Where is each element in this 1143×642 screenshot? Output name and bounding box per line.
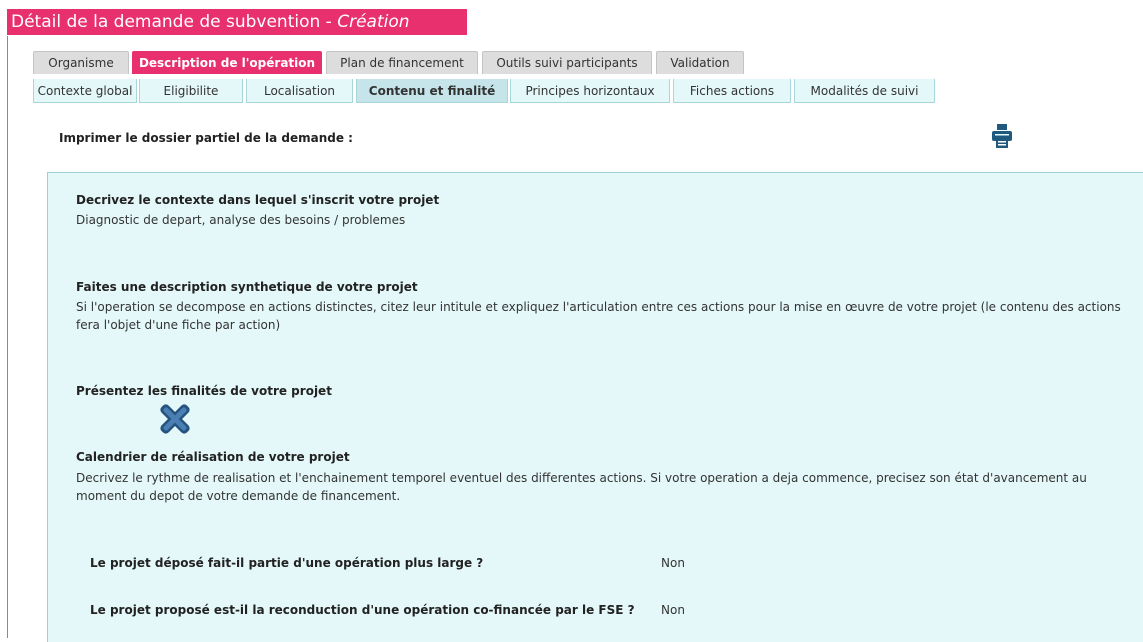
question-reconduction-fse-value: Non [661,603,685,617]
tab-organisme[interactable]: Organisme [33,51,129,74]
section-calendrier-title: Calendrier de réalisation de votre proje… [76,450,350,464]
section-contexte-title: Decrivez le contexte dans lequel s'inscr… [76,193,440,207]
section-contexte-description: Diagnostic de depart, analyse des besoin… [76,213,406,227]
subtab-contexte-global[interactable]: Contexte global [33,79,137,103]
subtab-localisation[interactable]: Localisation [246,79,353,103]
title-separator: - [320,12,338,32]
page-mode: Création [337,12,410,32]
section-description-text: Si l'operation se decompose en actions d… [76,300,1121,332]
tab-validation[interactable]: Validation [656,51,744,74]
subtab-modalites-suivi[interactable]: Modalités de suivi [794,79,935,103]
subtab-fiches-actions[interactable]: Fiches actions [673,79,791,103]
question-reconduction-fse-label: Le projet proposé est-il la reconduction… [90,603,635,617]
question-operation-plus-large-label: Le projet déposé fait-il partie d'une op… [90,556,484,570]
tab-outils-suivi-participants[interactable]: Outils suivi participants [482,51,652,74]
section-description-title: Faites une description synthetique de vo… [76,280,418,294]
print-dossier-label: Imprimer le dossier partiel de la demand… [59,131,353,145]
page-title-bar: Détail de la demande de subvention - Cré… [7,9,467,35]
close-x-icon[interactable] [155,399,195,439]
section-calendrier-description: Decrivez le rythme de realisation et l'e… [76,471,1087,503]
subtab-eligibilite[interactable]: Eligibilite [139,79,243,103]
page-left-border [7,36,8,638]
question-operation-plus-large-value: Non [661,556,685,570]
tab-description-operation[interactable]: Description de l'opération [132,51,322,74]
printer-icon[interactable] [991,123,1013,149]
tab-plan-financement[interactable]: Plan de financement [326,51,478,74]
content-panel [47,172,1143,642]
page-title: Détail de la demande de subvention [11,12,321,32]
subtab-principes-horizontaux[interactable]: Principes horizontaux [510,79,670,103]
section-finalites-title: Présentez les finalités de votre projet [76,384,332,398]
subtab-contenu-finalite[interactable]: Contenu et finalité [356,79,508,103]
